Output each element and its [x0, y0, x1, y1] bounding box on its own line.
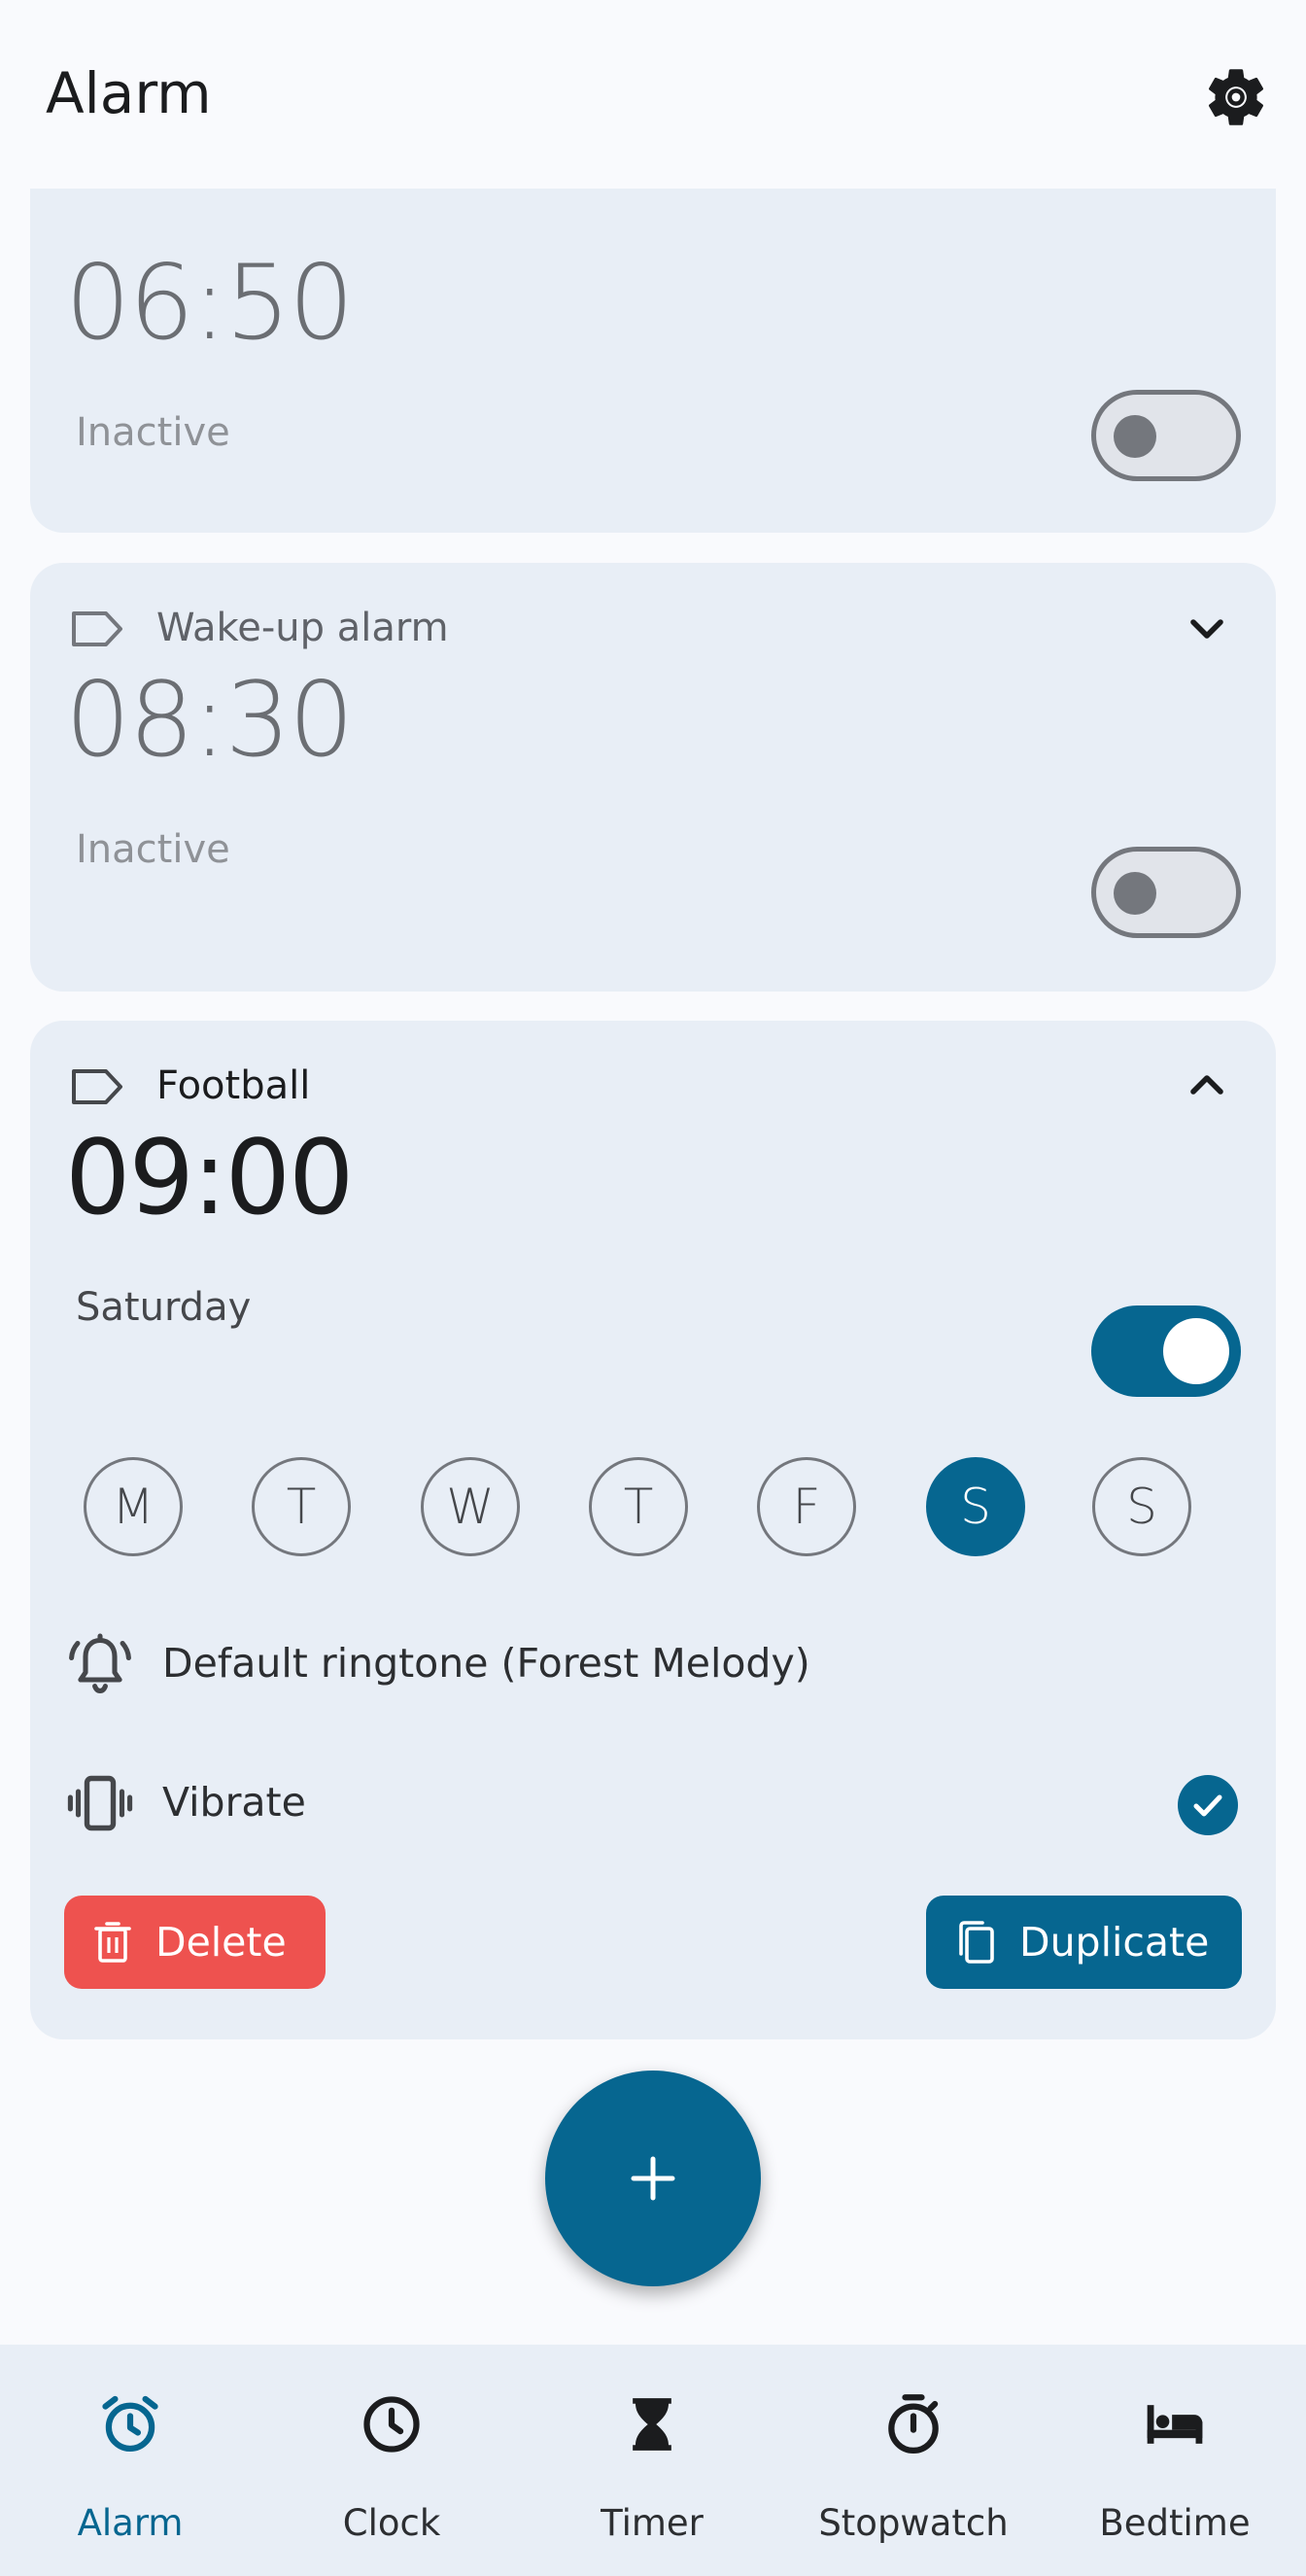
copy-icon — [959, 1921, 994, 1964]
hourglass-icon — [633, 2398, 671, 2451]
label-icon — [72, 611, 122, 646]
nav-item-timer[interactable]: Timer — [522, 2345, 782, 2576]
nav-item-alarm[interactable]: Alarm — [0, 2345, 260, 2576]
vibrate-label: Vibrate — [162, 1779, 306, 1826]
chevron-up-icon[interactable] — [1180, 1058, 1234, 1112]
bell-icon — [69, 1633, 131, 1693]
add-alarm-button[interactable] — [545, 2071, 761, 2286]
alarm-label[interactable]: Football — [156, 1063, 310, 1108]
alarm-toggle[interactable] — [1091, 847, 1241, 938]
bottom-navigation: Alarm Clock Timer Stopwatch Bedtime — [0, 2345, 1306, 2576]
nav-label: Timer — [601, 2502, 704, 2544]
duplicate-button-label: Duplicate — [1019, 1919, 1210, 1966]
delete-button-label: Delete — [155, 1919, 287, 1966]
day-toggle-friday[interactable]: F — [757, 1457, 856, 1556]
day-toggle-tuesday[interactable]: T — [252, 1457, 351, 1556]
alarm-toggle[interactable] — [1091, 1305, 1241, 1397]
nav-label: Bedtime — [1099, 2502, 1251, 2544]
check-icon — [1193, 1794, 1222, 1817]
clock-icon — [363, 2396, 420, 2453]
alarm-card-work[interactable]: 06:50 Inactive — [30, 137, 1276, 533]
top-app-bar: Alarm — [0, 0, 1306, 189]
alarm-card-wake-up[interactable]: Wake-up alarm 08:30 Inactive — [30, 563, 1276, 992]
alarm-time[interactable]: 09:00 — [65, 1118, 354, 1237]
day-toggle-wednesday[interactable]: W — [421, 1457, 520, 1556]
vibrate-icon — [67, 1775, 133, 1831]
vibrate-checkbox[interactable] — [1178, 1775, 1238, 1835]
alarm-clock-icon — [102, 2395, 158, 2453]
alarm-toggle[interactable] — [1091, 390, 1241, 481]
bed-icon — [1147, 2405, 1203, 2444]
day-toggle-saturday[interactable]: S — [926, 1457, 1025, 1556]
nav-item-clock[interactable]: Clock — [261, 2345, 522, 2576]
alarm-status: Saturday — [76, 1285, 252, 1330]
label-icon — [72, 1069, 122, 1104]
ringtone-selector[interactable]: Default ringtone (Forest Melody) — [162, 1640, 810, 1687]
day-toggle-monday[interactable]: M — [84, 1457, 183, 1556]
plus-icon — [631, 2156, 675, 2201]
delete-button[interactable]: Delete — [64, 1896, 326, 1989]
alarm-time[interactable]: 08:30 — [65, 660, 354, 780]
day-toggle-sunday[interactable]: S — [1092, 1457, 1191, 1556]
nav-item-bedtime[interactable]: Bedtime — [1045, 2345, 1305, 2576]
alarm-status: Inactive — [76, 410, 230, 455]
trash-icon — [94, 1922, 131, 1963]
nav-label: Stopwatch — [818, 2502, 1009, 2544]
page-title: Alarm — [46, 60, 212, 126]
nav-label: Clock — [342, 2502, 441, 2544]
alarm-status: Inactive — [76, 827, 230, 872]
alarm-time[interactable]: 06:50 — [65, 243, 354, 363]
gear-icon[interactable] — [1201, 62, 1271, 132]
nav-item-stopwatch[interactable]: Stopwatch — [783, 2345, 1044, 2576]
chevron-down-icon[interactable] — [1180, 602, 1234, 656]
nav-label: Alarm — [77, 2502, 184, 2544]
duplicate-button[interactable]: Duplicate — [926, 1896, 1242, 1989]
stopwatch-icon — [888, 2394, 939, 2454]
alarm-label[interactable]: Wake-up alarm — [156, 606, 449, 650]
alarm-card-football[interactable]: Football 09:00 Saturday M T W T F S S De… — [30, 1021, 1276, 2039]
day-toggle-thursday[interactable]: T — [589, 1457, 688, 1556]
